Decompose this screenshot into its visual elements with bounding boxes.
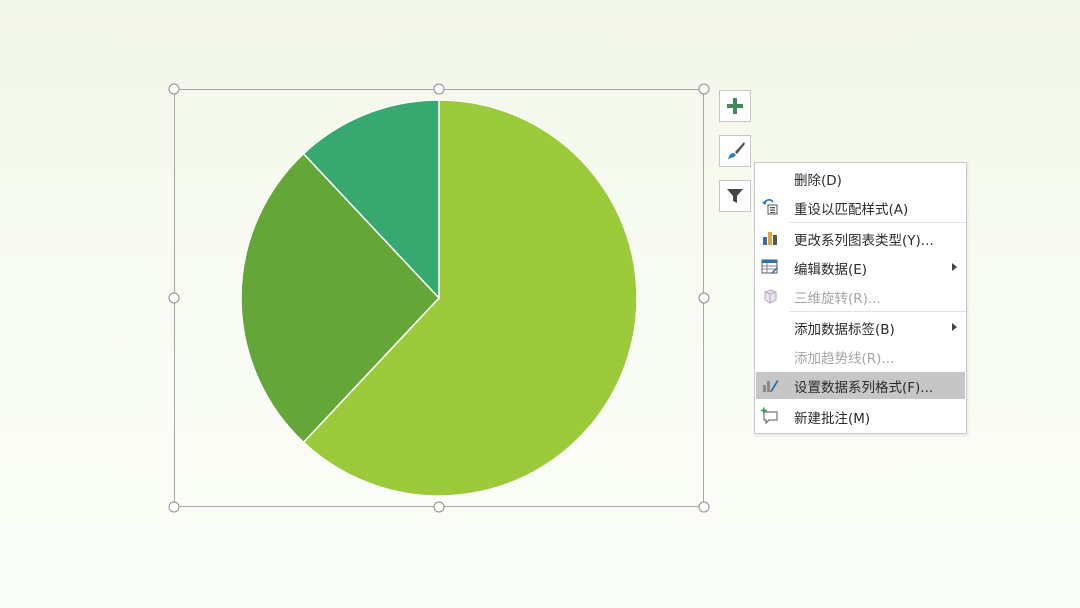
- 3d-rotation-icon: [764, 289, 777, 304]
- reset-style-icon: [762, 199, 778, 215]
- filter-icon: [727, 189, 743, 203]
- menu-item-label: 删除(D): [794, 172, 842, 189]
- format-series-icon: [763, 380, 779, 392]
- menu-item-label: 添加数据标签(B): [794, 321, 895, 338]
- menu-item-label: 更改系列图表类型(Y)...: [794, 232, 934, 249]
- context-menu: 删除(D) 重设以匹配样式(A) 更改系列图表类型(Y)... 编辑数据(E) …: [754, 162, 967, 434]
- menu-item-label: 添加趋势线(R)...: [794, 350, 895, 367]
- menu-item-new-comment[interactable]: 新建批注(M): [756, 403, 965, 430]
- menu-item-3d-rotation: 三维旋转(R)...: [756, 283, 965, 310]
- menu-item-format-data-series[interactable]: 设置数据系列格式(F)...: [756, 372, 965, 399]
- menu-item-add-data-labels[interactable]: 添加数据标签(B): [756, 314, 965, 341]
- plus-icon: [727, 98, 743, 114]
- new-comment-icon: [761, 407, 778, 425]
- edit-data-icon: [761, 259, 778, 274]
- menu-separator: [789, 222, 966, 223]
- menu-item-edit-data[interactable]: 编辑数据(E): [756, 254, 965, 281]
- submenu-arrow-icon: [952, 263, 957, 271]
- menu-item-add-trendline: 添加趋势线(R)...: [756, 343, 965, 370]
- menu-item-label: 三维旋转(R)...: [794, 290, 881, 307]
- menu-separator: [789, 311, 966, 312]
- chart-filters-button[interactable]: [719, 180, 751, 212]
- menu-item-label: 重设以匹配样式(A): [794, 201, 909, 218]
- chart-styles-button[interactable]: [719, 135, 751, 167]
- submenu-arrow-icon: [952, 323, 957, 331]
- paintbrush-icon: [728, 142, 745, 159]
- menu-item-reset-style[interactable]: 重设以匹配样式(A): [756, 194, 965, 221]
- chart-type-icon: [763, 232, 777, 245]
- menu-item-change-chart-type[interactable]: 更改系列图表类型(Y)...: [756, 225, 965, 252]
- chart-elements-button[interactable]: [719, 90, 751, 122]
- menu-item-label: 编辑数据(E): [794, 261, 868, 278]
- menu-item-delete[interactable]: 删除(D): [756, 165, 965, 192]
- menu-item-label: 新建批注(M): [794, 410, 871, 427]
- menu-item-label: 设置数据系列格式(F)...: [794, 379, 934, 396]
